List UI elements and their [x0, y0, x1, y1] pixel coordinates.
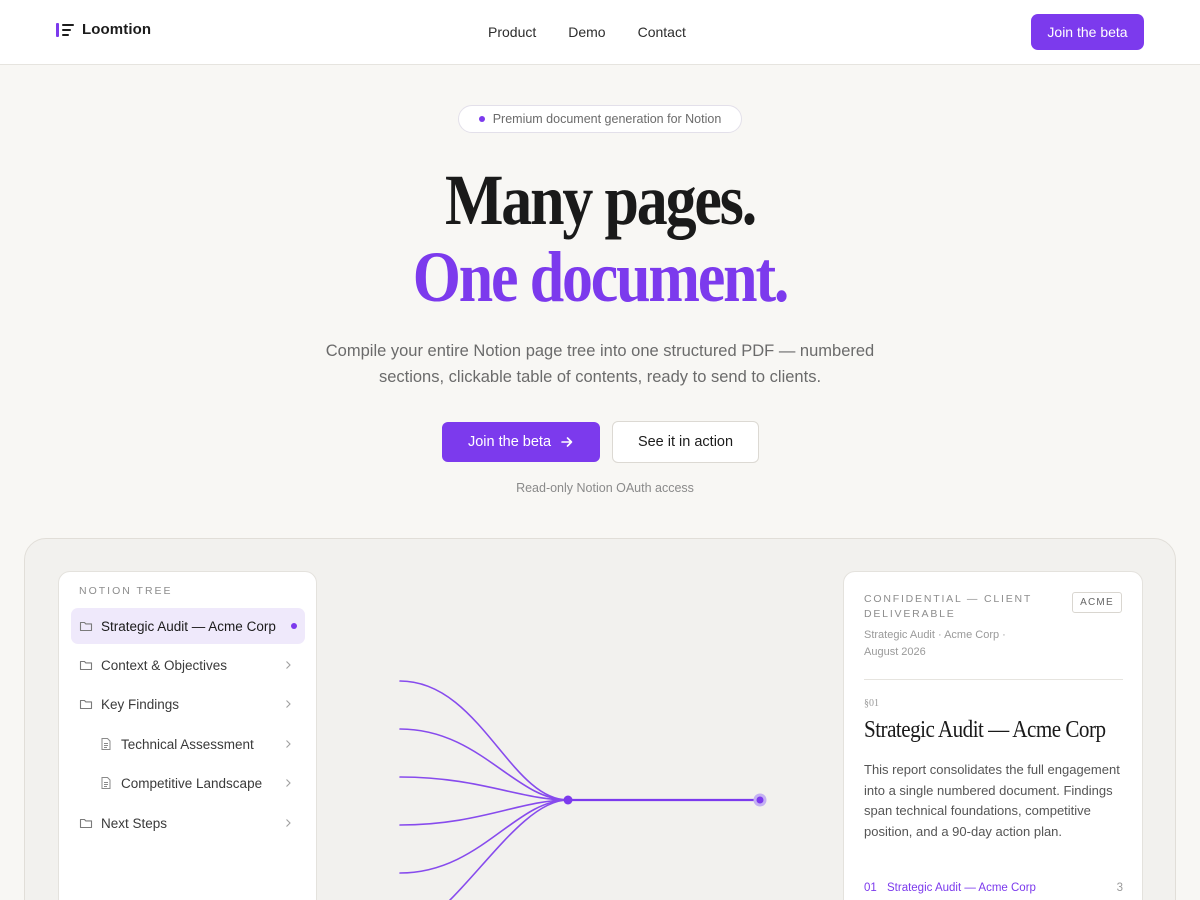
nav-join-beta-button[interactable]: Join the beta: [1031, 14, 1144, 50]
divider: [864, 679, 1123, 680]
tree-item-label: Competitive Landscape: [121, 775, 263, 791]
join-beta-button[interactable]: Join the beta: [442, 422, 600, 462]
chevron-right-icon: [286, 779, 291, 787]
folder-icon: [79, 621, 93, 632]
flow-line: [399, 776, 569, 801]
tree-item-label: Technical Assessment: [121, 736, 254, 752]
pill-dot-icon: [478, 116, 485, 122]
doc-title: Strategic Audit — Acme Corp: [864, 717, 1106, 743]
merge-flow-diagram: [399, 680, 767, 900]
brand-name: Loomtion: [82, 21, 152, 38]
flow-line: [399, 799, 569, 826]
see-in-action-button[interactable]: See it in action: [612, 421, 759, 463]
chevron-right-icon: [286, 740, 291, 748]
tree-item-label: Next Steps: [101, 815, 168, 831]
toc-entry[interactable]: 01 Strategic Audit — Acme Corp 3: [864, 882, 1123, 894]
pill-text: Premium document generation for Notion: [492, 112, 722, 126]
flow-output-node: [756, 796, 764, 804]
document-preview-card: CONFIDENTIAL — CLIENT DELIVERABLE ACME S…: [843, 571, 1143, 900]
client-tag-badge: ACME: [1072, 592, 1122, 613]
page-icon: [101, 738, 111, 750]
tree-item-strategic-audit[interactable]: Strategic Audit — Acme Corp: [71, 608, 305, 644]
nav-link-demo[interactable]: Demo: [568, 24, 605, 40]
toc-number: 01: [864, 882, 877, 894]
page-icon: [101, 777, 111, 789]
folder-icon: [79, 818, 93, 829]
join-beta-label: Join the beta: [467, 434, 552, 450]
tree-item-next-steps[interactable]: Next Steps: [71, 805, 305, 841]
confidential-label: CONFIDENTIAL — CLIENT DELIVERABLE: [864, 593, 1032, 620]
tree-item-technical-assessment[interactable]: Technical Assessment: [71, 726, 305, 762]
hero-title-line2: One document.: [412, 237, 790, 317]
folder-icon: [79, 699, 93, 710]
hero-subtitle: Compile your entire Notion page tree int…: [325, 342, 875, 386]
arrow-right-icon: [561, 437, 573, 447]
nav-links: Product Demo Contact: [488, 24, 686, 40]
tree-item-label: Strategic Audit — Acme Corp: [101, 618, 276, 634]
chevron-right-icon: [286, 661, 291, 669]
tree-heading: NOTION TREE: [79, 585, 173, 597]
logo-icon: [56, 22, 74, 38]
chevron-right-icon: [286, 819, 291, 827]
doc-body: This report consolidates the full engage…: [864, 762, 1120, 839]
oauth-note: Read-only Notion OAuth access: [516, 481, 694, 495]
notion-tree-panel: NOTION TREE Strategic Audit — Acme Corp …: [58, 571, 317, 900]
brand-logo[interactable]: Loomtion: [56, 21, 151, 38]
chevron-right-icon: [286, 700, 291, 708]
tree-item-key-findings[interactable]: Key Findings: [71, 686, 305, 722]
top-nav: Loomtion Product Demo Contact Join the b…: [0, 0, 1200, 65]
flow-line: [449, 799, 569, 900]
tree-item-label: Context & Objectives: [101, 657, 228, 673]
hero-pill-badge: Premium document generation for Notion: [458, 105, 742, 133]
section-number: §01: [864, 698, 879, 709]
flow-line: [399, 728, 569, 801]
active-dot-icon: [291, 623, 297, 629]
flow-line: [399, 680, 569, 801]
toc-title: Strategic Audit — Acme Corp: [887, 882, 1036, 894]
hero-title-line1: Many pages.: [444, 160, 757, 240]
tree-item-competitive-landscape[interactable]: Competitive Landscape: [71, 765, 305, 801]
folder-icon: [79, 660, 93, 671]
tree-item-label: Key Findings: [101, 696, 180, 712]
tree-item-context-objectives[interactable]: Context & Objectives: [71, 647, 305, 683]
toc-page: 3: [1116, 882, 1123, 894]
flow-merge-node: [563, 795, 573, 805]
nav-link-product[interactable]: Product: [488, 24, 536, 40]
nav-link-contact[interactable]: Contact: [638, 24, 686, 40]
doc-meta: Strategic Audit · Acme Corp · August 202…: [864, 629, 1006, 658]
